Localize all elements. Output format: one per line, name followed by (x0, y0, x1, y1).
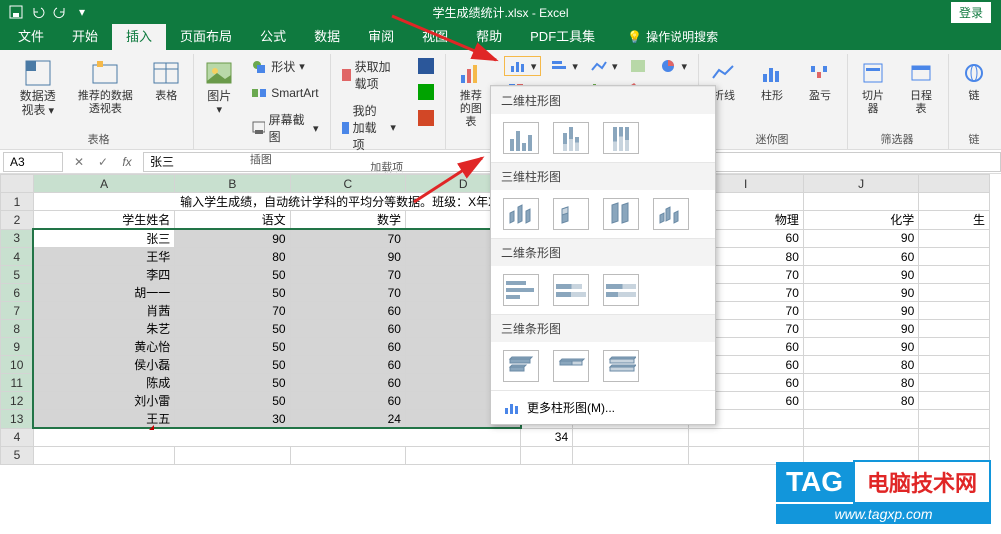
tab-review[interactable]: 审阅 (354, 21, 408, 50)
confirm-icon[interactable]: ✓ (93, 153, 113, 171)
column-3d[interactable] (653, 198, 689, 230)
table-btn[interactable]: 表格 (147, 56, 185, 120)
visio-icon[interactable] (415, 56, 437, 76)
people-icon[interactable] (415, 108, 437, 128)
stacked-bar-3d[interactable] (553, 350, 589, 382)
line-chart-btn[interactable]: ▾ (587, 56, 621, 76)
recommended-charts-btn[interactable]: 推荐的图表 (452, 56, 490, 131)
tab-insert[interactable]: 插入 (112, 21, 166, 50)
pie-chart-btn[interactable]: ▾ (656, 56, 690, 76)
tab-formula[interactable]: 公式 (246, 21, 300, 50)
clustered-column-2d[interactable] (503, 122, 539, 154)
tab-pdf[interactable]: PDF工具集 (516, 21, 609, 50)
more-column-charts[interactable]: 更多柱形图(M)... (491, 390, 715, 424)
pivot-table-btn[interactable]: 数据透视表 ▾ (12, 56, 63, 120)
timeline-btn[interactable]: 日程表 (902, 56, 940, 118)
title-bar: ▾ 学生成绩统计.xlsx - Excel 登录 (0, 0, 1001, 24)
tab-data[interactable]: 数据 (300, 21, 354, 50)
section-2d-bar: 二维条形图 (491, 238, 715, 266)
watermark-url: www.tagxp.com (776, 504, 991, 524)
bing-icon[interactable] (415, 82, 437, 102)
map-chart-btn[interactable] (626, 56, 650, 76)
group-tables: 数据透视表 ▾ 推荐的数据透视表 表格 表格 (6, 54, 194, 149)
group-filter: 切片器 日程表 筛选器 (848, 54, 949, 149)
select-all-corner[interactable] (1, 175, 34, 193)
bar-chart-btn[interactable]: ▾ (547, 56, 581, 76)
group-addins: 获取加载项 我的加载项 ▾ 加载项 (331, 54, 446, 149)
stacked-column-3d[interactable] (553, 198, 589, 230)
sparkline-winloss-btn[interactable]: 盈亏 (801, 56, 839, 105)
group-link: 链 链 (949, 54, 1001, 149)
clustered-bar-2d[interactable] (503, 274, 539, 306)
tab-help[interactable]: 帮助 (462, 21, 516, 50)
smartart-btn[interactable]: SmartArt (248, 83, 321, 103)
col-header[interactable]: C (290, 175, 405, 193)
col-header[interactable]: J (803, 175, 918, 193)
qat-dropdown-icon[interactable]: ▾ (74, 4, 90, 20)
stacked-bar-2d[interactable] (553, 274, 589, 306)
slicer-btn[interactable]: 切片器 (854, 56, 892, 118)
stacked100-bar-2d[interactable] (603, 274, 639, 306)
recommended-pivot-btn[interactable]: 推荐的数据透视表 (73, 56, 137, 120)
get-addins-btn[interactable]: 获取加载项 (337, 56, 399, 94)
stacked100-bar-3d[interactable] (603, 350, 639, 382)
sparkline-column-btn[interactable]: 柱形 (753, 56, 791, 105)
group-sparklines: 折线 柱形 盈亏 迷你图 (699, 54, 848, 149)
name-box[interactable]: A3 (3, 152, 63, 172)
tab-layout[interactable]: 页面布局 (166, 21, 246, 50)
tab-file[interactable]: 文件 (4, 21, 58, 50)
watermark: TAG 电脑技术网 www.tagxp.com (776, 460, 991, 524)
watermark-text: 电脑技术网 (853, 460, 991, 504)
stacked-column-2d[interactable] (553, 122, 589, 154)
clustered-bar-3d[interactable] (503, 350, 539, 382)
tab-home[interactable]: 开始 (58, 21, 112, 50)
save-icon[interactable] (8, 4, 24, 20)
clustered-column-3d[interactable] (503, 198, 539, 230)
stacked100-column-2d[interactable] (603, 122, 639, 154)
bulb-icon: 💡 (627, 30, 642, 44)
screenshot-btn[interactable]: 屏幕截图 ▾ (248, 109, 321, 147)
chart-icon (503, 400, 519, 416)
group-illustrations: 图片▾ 形状 ▾ SmartArt 屏幕截图 ▾ 插图 (194, 54, 330, 149)
section-2d-column: 二维柱形图 (491, 86, 715, 114)
tab-view[interactable]: 视图 (408, 21, 462, 50)
column-chart-dropdown: 二维柱形图 三维柱形图 二维条形图 三维条形图 更多柱形图(M)... (490, 85, 716, 425)
login-button[interactable]: 登录 (951, 2, 991, 23)
col-header[interactable]: A (33, 175, 174, 193)
my-addins-btn[interactable]: 我的加载项 ▾ (337, 100, 399, 155)
cancel-icon[interactable]: ✕ (69, 153, 89, 171)
quick-access-toolbar: ▾ (0, 4, 90, 20)
pictures-btn[interactable]: 图片▾ (200, 56, 238, 147)
ribbon-tabs: 文件 开始 插入 页面布局 公式 数据 审阅 视图 帮助 PDF工具集 💡 操作… (0, 24, 1001, 50)
section-3d-bar: 三维条形图 (491, 314, 715, 342)
col-header[interactable]: B (175, 175, 290, 193)
link-btn[interactable]: 链 (955, 56, 993, 105)
tell-me-search[interactable]: 💡 操作说明搜索 (621, 23, 724, 50)
redo-icon[interactable] (52, 4, 68, 20)
document-title: 学生成绩统计.xlsx - Excel (432, 4, 568, 21)
stacked100-column-3d[interactable] (603, 198, 639, 230)
section-3d-column: 三维柱形图 (491, 162, 715, 190)
col-header[interactable] (919, 175, 990, 193)
shapes-btn[interactable]: 形状 ▾ (248, 56, 321, 77)
undo-icon[interactable] (30, 4, 46, 20)
comment-indicator-icon (144, 425, 154, 430)
column-chart-btn[interactable]: ▾ (504, 56, 542, 76)
tell-me-label: 操作说明搜索 (646, 28, 718, 45)
watermark-tag: TAG (776, 462, 853, 502)
fx-icon[interactable]: fx (117, 153, 137, 171)
